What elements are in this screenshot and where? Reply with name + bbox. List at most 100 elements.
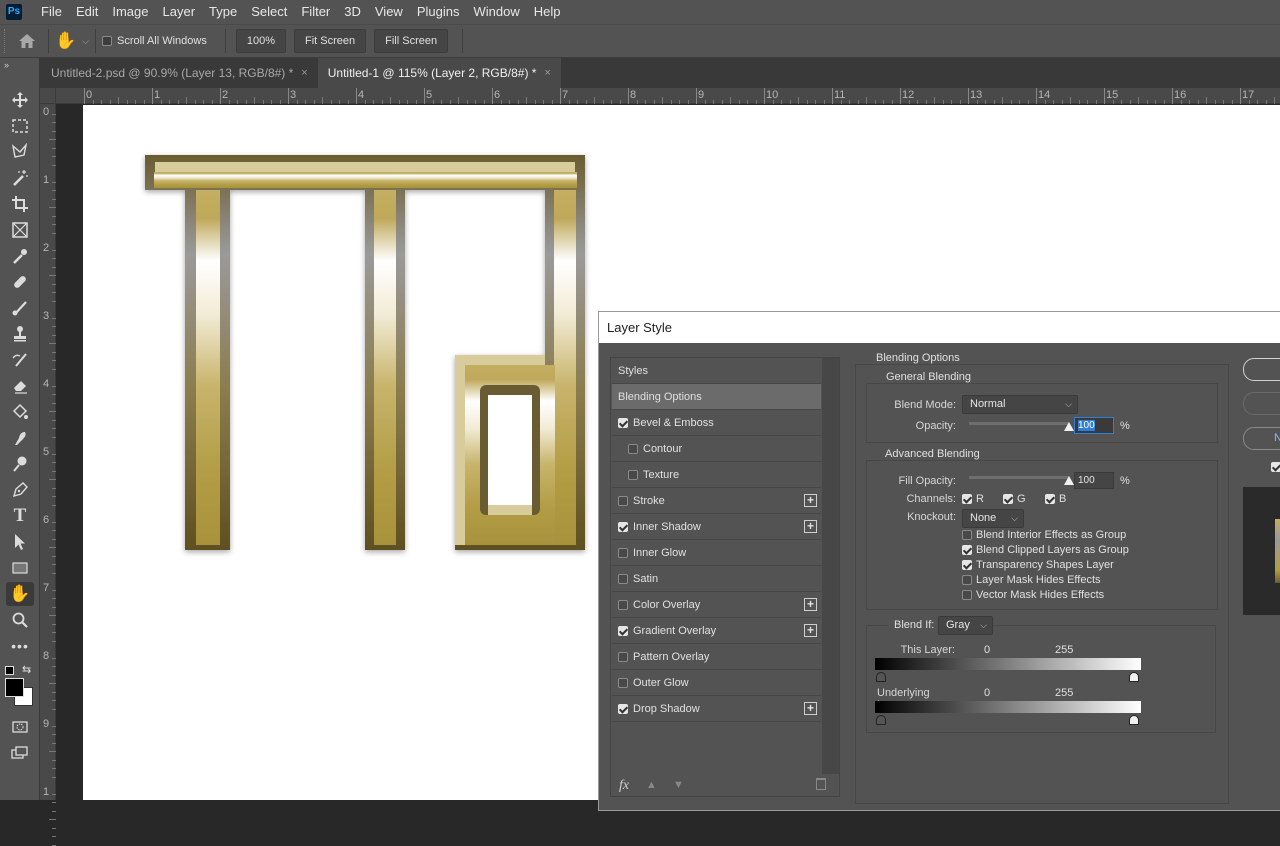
style-checkbox[interactable] — [618, 573, 628, 584]
knockout-select[interactable]: None ⌵ — [962, 509, 1024, 528]
style-item-drop-shadow[interactable]: Drop Shadow + — [612, 696, 821, 722]
style-item-gradient-overlay[interactable]: Gradient Overlay + — [612, 618, 821, 644]
opacity-slider-thumb[interactable] — [1064, 422, 1074, 431]
advanced-option-checkbox[interactable] — [962, 530, 972, 540]
style-item-bevel-emboss[interactable]: Bevel & Emboss — [612, 410, 821, 436]
fill-screen-button[interactable]: Fill Screen — [374, 29, 449, 53]
eyedropper-tool[interactable] — [6, 244, 34, 268]
clone-stamp-tool[interactable] — [6, 322, 34, 346]
advanced-option-checkbox[interactable] — [962, 545, 972, 555]
menu-window[interactable]: Window — [466, 0, 526, 24]
add-effect-icon[interactable]: + — [804, 520, 817, 533]
style-checkbox[interactable] — [618, 417, 628, 428]
style-item-outer-glow[interactable]: Outer Glow — [612, 670, 821, 696]
style-item-inner-shadow[interactable]: Inner Shadow + — [612, 514, 821, 540]
healing-brush-tool[interactable] — [6, 270, 34, 294]
style-item-color-overlay[interactable]: Color Overlay + — [612, 592, 821, 618]
style-checkbox[interactable] — [628, 469, 638, 480]
channel-b-checkbox[interactable] — [1045, 494, 1055, 504]
style-item-stroke[interactable]: Stroke + — [612, 488, 821, 514]
this-layer-white-slider[interactable] — [1129, 672, 1139, 682]
add-effect-icon[interactable]: + — [804, 494, 817, 507]
style-checkbox[interactable] — [618, 625, 628, 636]
styles-header[interactable]: Styles — [612, 358, 821, 384]
default-colors-icon[interactable] — [5, 666, 14, 675]
scroll-all-windows-checkbox[interactable] — [102, 36, 112, 46]
type-tool[interactable]: T — [6, 504, 34, 528]
pen-tool[interactable] — [6, 478, 34, 502]
menu-select[interactable]: Select — [244, 0, 294, 24]
style-checkbox[interactable] — [618, 677, 628, 688]
dodge-tool[interactable] — [6, 452, 34, 476]
fx-button[interactable]: fx — [619, 778, 629, 794]
channel-r-checkbox[interactable] — [962, 494, 972, 504]
fill-opacity-slider-track[interactable] — [969, 476, 1069, 479]
menu-type[interactable]: Type — [202, 0, 244, 24]
panel-collapse-icon[interactable]: » — [4, 60, 9, 70]
trash-icon[interactable] — [816, 778, 826, 790]
tab-untitled-1[interactable]: Untitled-1 @ 115% (Layer 2, RGB/8#) * × — [317, 58, 561, 88]
new-style-button[interactable]: N — [1243, 427, 1280, 450]
channel-g-checkbox[interactable] — [1003, 494, 1013, 504]
menu-help[interactable]: Help — [527, 0, 568, 24]
horizontal-ruler[interactable]: 0 1 2 3 4 5 6 7 8 9 10 11 12 13 14 15 16 17 — [40, 88, 1280, 104]
blend-mode-select[interactable]: Normal ⌵ — [962, 395, 1078, 414]
frame-tool[interactable] — [6, 218, 34, 242]
path-selection-tool[interactable] — [6, 530, 34, 554]
close-icon[interactable]: × — [301, 67, 307, 79]
zoom-tool[interactable] — [6, 608, 34, 632]
paint-bucket-tool[interactable] — [6, 400, 34, 424]
menu-edit[interactable]: Edit — [69, 0, 105, 24]
preview-checkbox[interactable] — [1271, 462, 1280, 472]
tab-untitled-2[interactable]: Untitled-2.psd @ 90.9% (Layer 13, RGB/8#… — [40, 58, 318, 88]
brush-tool[interactable] — [6, 296, 34, 320]
move-tool[interactable] — [6, 88, 34, 112]
edit-toolbar-button[interactable]: ••• — [6, 634, 34, 658]
styles-scrollbar[interactable] — [822, 358, 839, 774]
hand-tool[interactable]: ✋ — [6, 582, 34, 606]
opacity-input[interactable]: 100 — [1074, 417, 1114, 434]
advanced-option-checkbox[interactable] — [962, 575, 972, 585]
quick-mask-button[interactable] — [6, 715, 34, 739]
menu-plugins[interactable]: Plugins — [410, 0, 467, 24]
menu-view[interactable]: View — [368, 0, 410, 24]
foreground-color-swatch[interactable] — [5, 678, 24, 697]
fill-opacity-input[interactable]: 100 — [1074, 472, 1114, 489]
underlying-black-slider[interactable] — [876, 715, 886, 725]
ruler-origin-corner[interactable] — [40, 88, 56, 104]
style-checkbox[interactable] — [618, 495, 628, 506]
smudge-tool[interactable] — [6, 426, 34, 450]
menu-image[interactable]: Image — [105, 0, 155, 24]
tool-preset-picker[interactable]: ✋ ⌵ — [55, 31, 89, 51]
zoom-100-button[interactable]: 100% — [235, 29, 286, 53]
style-item-texture[interactable]: Texture — [612, 462, 821, 488]
style-checkbox[interactable] — [618, 547, 628, 558]
advanced-option-checkbox[interactable] — [962, 560, 972, 570]
lasso-tool[interactable] — [6, 140, 34, 164]
dialog-title[interactable]: Layer Style — [599, 312, 1280, 343]
options-bar-grip[interactable] — [4, 29, 12, 53]
marquee-tool[interactable] — [6, 114, 34, 138]
fill-opacity-slider-thumb[interactable] — [1064, 476, 1074, 485]
style-checkbox[interactable] — [618, 651, 628, 662]
rectangle-tool[interactable] — [6, 556, 34, 580]
style-item-pattern-overlay[interactable]: Pattern Overlay — [612, 644, 821, 670]
crop-tool[interactable] — [6, 192, 34, 216]
style-item-contour[interactable]: Contour — [612, 436, 821, 462]
advanced-option-checkbox[interactable] — [962, 590, 972, 600]
style-item-blending-options[interactable]: Blending Options — [612, 384, 821, 410]
history-brush-tool[interactable] — [6, 348, 34, 372]
this-layer-black-slider[interactable] — [876, 672, 886, 682]
close-icon[interactable]: × — [544, 67, 550, 79]
home-button[interactable] — [12, 34, 42, 48]
add-effect-icon[interactable]: + — [804, 598, 817, 611]
cancel-button[interactable] — [1243, 392, 1280, 415]
vertical-ruler[interactable]: 0 1 2 3 4 5 6 7 8 9 1 — [40, 104, 56, 846]
add-effect-icon[interactable]: + — [804, 624, 817, 637]
eraser-tool[interactable] — [6, 374, 34, 398]
style-item-satin[interactable]: Satin — [612, 566, 821, 592]
style-checkbox[interactable] — [618, 599, 628, 610]
fit-screen-button[interactable]: Fit Screen — [294, 29, 367, 53]
ok-button[interactable] — [1243, 358, 1280, 381]
move-down-icon[interactable]: ▼ — [673, 779, 684, 791]
